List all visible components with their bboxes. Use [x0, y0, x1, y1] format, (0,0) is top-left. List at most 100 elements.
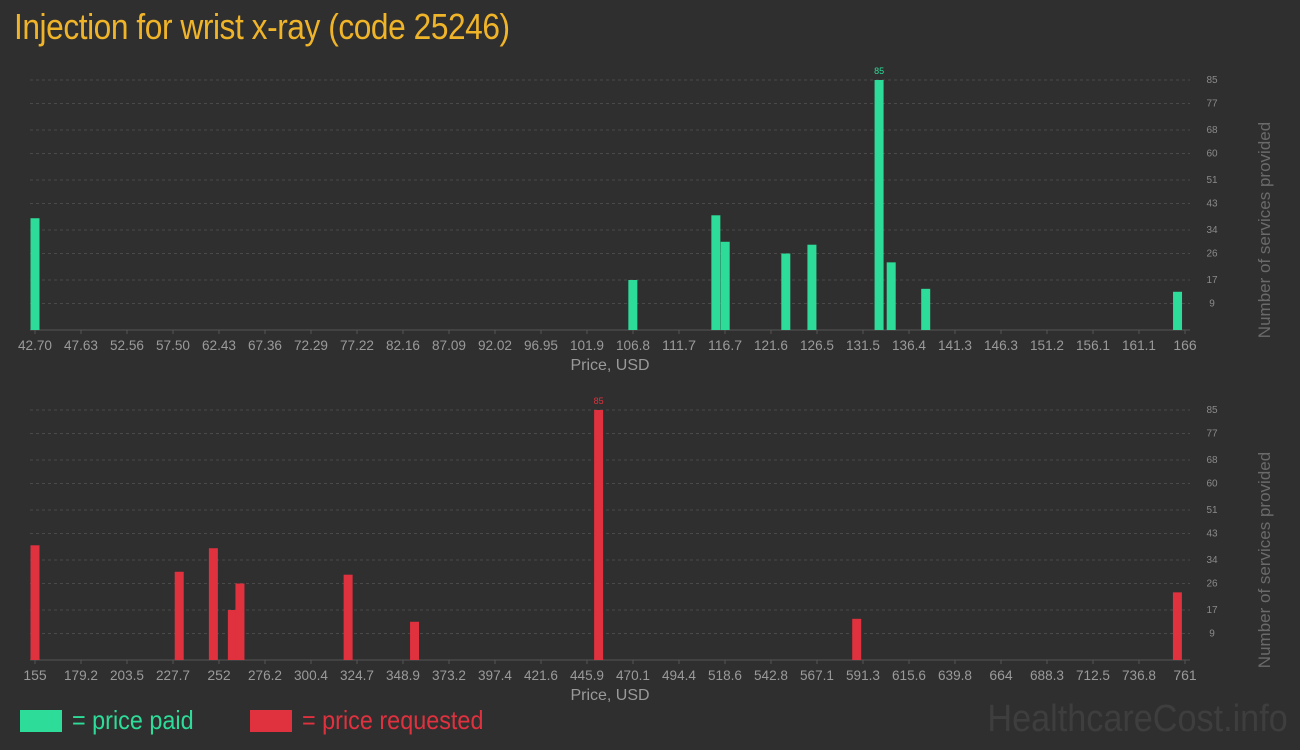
y-tick-label: 85 [1206, 405, 1218, 416]
x-tick-label: 373.2 [432, 667, 466, 683]
bar [886, 262, 896, 330]
x-tick-label: 82.16 [386, 337, 420, 353]
bar [807, 244, 817, 330]
x-tick-label: 101.9 [570, 337, 604, 353]
x-tick-label: 252 [207, 667, 231, 683]
bar [410, 621, 420, 660]
x-tick-label: 736.8 [1122, 667, 1156, 683]
bar [711, 215, 721, 330]
x-tick-label: 300.4 [294, 667, 328, 683]
x-tick-label: 227.7 [156, 667, 190, 683]
y-tick-label: 60 [1206, 479, 1218, 490]
legend-requested: = price requested [250, 705, 504, 736]
legend-paid: = price paid [20, 705, 207, 736]
y-tick-label: 9 [1209, 629, 1215, 640]
x-tick-label: 421.6 [524, 667, 558, 683]
y-tick-label: 51 [1206, 175, 1218, 186]
x-tick-label: 96.95 [524, 337, 558, 353]
y-tick-label: 60 [1206, 149, 1218, 160]
y-tick-label: 43 [1206, 529, 1218, 540]
x-tick-label: 72.29 [294, 337, 328, 353]
legend-label-requested: = price requested [302, 705, 484, 735]
y-tick-label: 43 [1206, 199, 1218, 210]
x-tick-label: 87.09 [432, 337, 466, 353]
y-tick-label: 77 [1206, 429, 1218, 440]
x-tick-label: 567.1 [800, 667, 834, 683]
x-tick-label: 57.50 [156, 337, 190, 353]
x-tick-label: 136.4 [892, 337, 926, 353]
x-tick-label: 161.1 [1122, 337, 1156, 353]
bar [30, 218, 40, 330]
x-tick-label: 470.1 [616, 667, 650, 683]
x-tick-label: 121.6 [754, 337, 788, 353]
x-tick-label: 146.3 [984, 337, 1018, 353]
x-tick-label: 126.5 [800, 337, 834, 353]
x-tick-label: 712.5 [1076, 667, 1110, 683]
y-tick-label: 9 [1209, 299, 1215, 310]
x-tick-label: 494.4 [662, 667, 696, 683]
bar [628, 280, 638, 330]
price-paid-chart: 9 17 26 34 43 51 60 68 77 85 42.70 47.63 52.56 57.50 6… [18, 66, 1274, 374]
x-tick-label: 397.4 [478, 667, 512, 683]
page-title: Injection for wrist x-ray (code 25246) [14, 6, 510, 47]
x-tick-label: 639.8 [938, 667, 972, 683]
x-tick-label: 445.9 [570, 667, 604, 683]
bar [594, 410, 604, 660]
y-tick-label: 34 [1206, 555, 1218, 566]
x-tick-label: 155 [23, 667, 47, 683]
x-tick-label: 591.3 [846, 667, 880, 683]
x-tick-label: 156.1 [1076, 337, 1110, 353]
x-tick-label: 542.8 [754, 667, 788, 683]
x-tick-label: 348.9 [386, 667, 420, 683]
x-tick-label: 324.7 [340, 667, 374, 683]
x-tick-label: 47.63 [64, 337, 98, 353]
x-tick-label: 106.8 [616, 337, 650, 353]
y-tick-label: 17 [1206, 275, 1218, 286]
bar [343, 574, 353, 660]
x-tick-label: 116.7 [708, 337, 742, 353]
max-value-label: 85 [874, 66, 884, 76]
y-tick-label: 68 [1206, 455, 1218, 466]
x-tick-label: 276.2 [248, 667, 282, 683]
x-tick-label: 203.5 [110, 667, 144, 683]
y-tick-label: 51 [1206, 505, 1218, 516]
x-tick-label: 518.6 [708, 667, 742, 683]
legend-label-paid: = price paid [72, 705, 194, 735]
bar [208, 548, 218, 660]
bar [720, 241, 730, 330]
x-tick-label: 77.22 [340, 337, 374, 353]
x-tick-label: 664 [989, 667, 1013, 683]
y-tick-label: 34 [1206, 225, 1218, 236]
x-tick-label: 67.36 [248, 337, 282, 353]
bar [174, 571, 184, 660]
y-tick-label: 68 [1206, 125, 1218, 136]
bar [235, 583, 245, 660]
bar [1173, 291, 1183, 330]
x-tick-label: 615.6 [892, 667, 926, 683]
x-tick-label: 166 [1173, 337, 1197, 353]
x-tick-label: 131.5 [846, 337, 880, 353]
watermark: HealthcareCost.info [987, 698, 1288, 740]
legend-swatch-requested [250, 709, 292, 732]
x-tick-label: 42.70 [18, 337, 52, 353]
x-tick-label: 761 [1173, 667, 1197, 683]
price-requested-chart: 9 17 26 34 43 51 60 68 77 85 155 179.2 203.5 227.7 252… [23, 396, 1274, 704]
bar [852, 618, 862, 660]
y-tick-label: 85 [1206, 75, 1218, 86]
x-tick-label: 62.43 [202, 337, 236, 353]
y-tick-label: 77 [1206, 99, 1218, 110]
x-axis-label: Price, USD [570, 357, 649, 374]
x-tick-label: 688.3 [1030, 667, 1064, 683]
y-axis-label: Number of services provided [1255, 122, 1274, 338]
x-tick-label: 52.56 [110, 337, 144, 353]
bar [781, 253, 791, 330]
legend-swatch-paid [20, 709, 62, 732]
bar [921, 288, 931, 330]
x-tick-label: 179.2 [64, 667, 98, 683]
max-value-label: 85 [594, 396, 604, 406]
x-axis-label: Price, USD [570, 687, 649, 704]
bar [874, 80, 884, 330]
y-tick-label: 26 [1206, 249, 1218, 260]
bar [1172, 592, 1182, 660]
y-tick-label: 26 [1206, 579, 1218, 590]
